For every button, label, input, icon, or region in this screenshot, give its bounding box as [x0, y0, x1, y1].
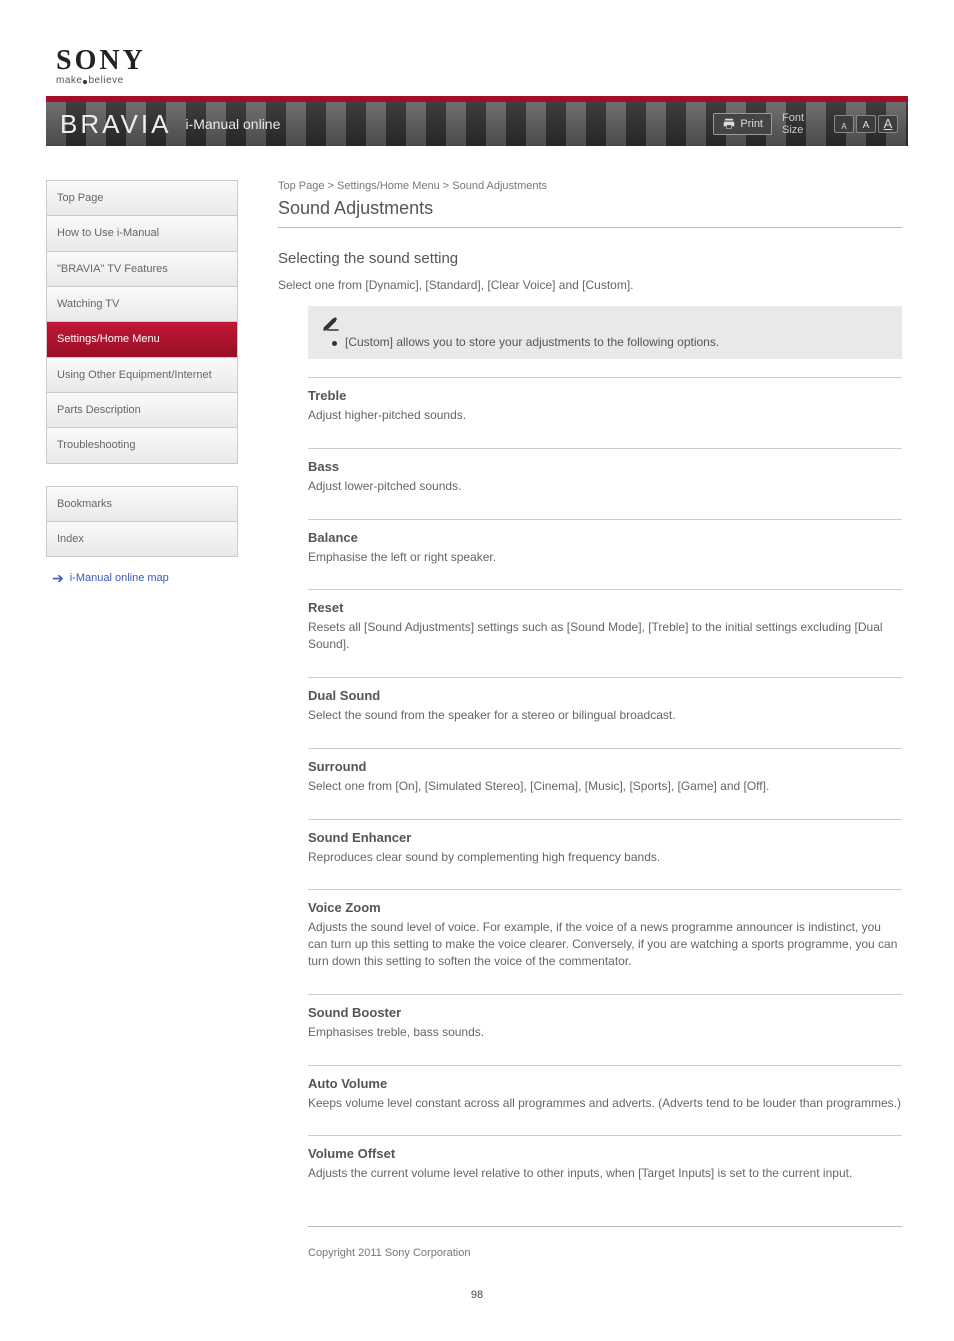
end-divider	[308, 1226, 902, 1227]
setting-desc: Select the sound from the speaker for a …	[308, 707, 902, 724]
manual-map-label: i-Manual online map	[70, 572, 169, 584]
setting-title: Treble	[308, 388, 902, 403]
setting-item: Bass Adjust lower-pitched sounds.	[308, 448, 902, 519]
main-content: Top Page > Settings/Home Menu > Sound Ad…	[278, 180, 908, 1259]
setting-title: Sound Booster	[308, 1005, 902, 1020]
setting-item: Dual Sound Select the sound from the spea…	[308, 677, 902, 748]
banner: BRAVIA i-Manual online Print Font Size A…	[46, 96, 908, 146]
setting-item: Voice Zoom Adjusts the sound level of voi…	[308, 889, 902, 993]
setting-item: Balance Emphasise the left or right speak…	[308, 519, 902, 590]
bullet-icon	[332, 341, 337, 346]
setting-desc: Keeps volume level constant across all p…	[308, 1095, 902, 1112]
setting-item: Sound Booster Emphasises treble, bass sou…	[308, 994, 902, 1065]
setting-desc: Adjusts the sound level of voice. For ex…	[308, 919, 902, 969]
setting-desc: Emphasises treble, bass sounds.	[308, 1024, 902, 1041]
setting-desc: Adjust lower-pitched sounds.	[308, 478, 902, 495]
font-size-large-button[interactable]: A	[878, 115, 898, 133]
font-size-medium-button[interactable]: A	[856, 115, 876, 133]
font-size-group: A A A	[834, 115, 898, 133]
nav-item-watching-tv[interactable]: Watching TV	[47, 287, 237, 322]
setting-desc: Adjust higher-pitched sounds.	[308, 407, 902, 424]
page-number: 98	[0, 1289, 954, 1301]
settings-list: Treble Adjust higher-pitched sounds. Bass A…	[308, 377, 902, 1206]
note-text: [Custom] allows you to store your adjust…	[345, 335, 719, 349]
tagline-b: believe	[88, 75, 123, 86]
nav-item-how-to-use-i-manual[interactable]: How to Use i-Manual	[47, 216, 237, 251]
breadcrumb: Top Page > Settings/Home Menu > Sound Ad…	[278, 180, 902, 192]
tagline-dot	[83, 80, 87, 84]
setting-item: Reset Resets all [Sound Adjustments] sett…	[308, 589, 902, 677]
section-intro: Select one from [Dynamic], [Standard], […	[278, 277, 902, 294]
setting-desc: Reproduces clear sound by complementing …	[308, 849, 902, 866]
setting-desc: Adjusts the current volume level relativ…	[308, 1165, 902, 1182]
manual-map-link[interactable]: ➔ i-Manual online map	[52, 571, 238, 585]
font-size-small-button[interactable]: A	[834, 115, 854, 133]
font-size-label: Font Size	[778, 112, 808, 136]
sony-logo: SONY	[56, 48, 954, 73]
bravia-logo: BRAVIA	[60, 109, 171, 140]
section-heading: Selecting the sound setting	[278, 250, 902, 267]
tagline-a: make	[56, 75, 82, 86]
setting-desc: Select one from [On], [Simulated Stereo]…	[308, 778, 902, 795]
setting-item: Treble Adjust higher-pitched sounds.	[308, 377, 902, 448]
copyright: Copyright 2011 Sony Corporation	[308, 1247, 902, 1259]
print-label: Print	[740, 118, 763, 130]
logo-area: SONY make believe	[0, 0, 954, 96]
note-box: [Custom] allows you to store your adjust…	[308, 306, 902, 359]
nav-item-bookmarks[interactable]: Bookmarks	[47, 487, 237, 522]
setting-title: Reset	[308, 600, 902, 615]
print-button[interactable]: Print	[713, 113, 772, 135]
page-title: Sound Adjustments	[278, 198, 902, 219]
setting-item: Volume Offset Adjusts the current volume …	[308, 1135, 902, 1206]
note-icon	[322, 317, 340, 331]
setting-title: Sound Enhancer	[308, 830, 902, 845]
setting-desc: Emphasise the left or right speaker.	[308, 549, 902, 566]
nav-item-troubleshooting[interactable]: Troubleshooting	[47, 428, 237, 462]
setting-item: Auto Volume Keeps volume level constant a…	[308, 1065, 902, 1136]
print-icon	[722, 117, 736, 131]
nav-item-bravia-tv-features[interactable]: "BRAVIA" TV Features	[47, 252, 237, 287]
setting-title: Bass	[308, 459, 902, 474]
setting-title: Balance	[308, 530, 902, 545]
banner-title: i-Manual online	[185, 116, 280, 132]
setting-title: Dual Sound	[308, 688, 902, 703]
setting-title: Surround	[308, 759, 902, 774]
nav-item-using-other-equipment-internet[interactable]: Using Other Equipment/Internet	[47, 358, 237, 393]
nav-item-top-page[interactable]: Top Page	[47, 181, 237, 216]
setting-title: Voice Zoom	[308, 900, 902, 915]
nav-item-settings-home-menu[interactable]: Settings/Home Menu	[47, 322, 237, 357]
title-divider	[278, 227, 902, 228]
sidebar-nav: Top PageHow to Use i-Manual"BRAVIA" TV F…	[46, 180, 238, 1259]
setting-desc: Resets all [Sound Adjustments] settings …	[308, 619, 902, 653]
nav-item-index[interactable]: Index	[47, 522, 237, 556]
nav-item-parts-description[interactable]: Parts Description	[47, 393, 237, 428]
arrow-icon: ➔	[52, 571, 64, 585]
setting-title: Volume Offset	[308, 1146, 902, 1161]
setting-title: Auto Volume	[308, 1076, 902, 1091]
setting-item: Sound Enhancer Reproduces clear sound by …	[308, 819, 902, 890]
setting-item: Surround Select one from [On], [Simulated…	[308, 748, 902, 819]
tagline: make believe	[56, 75, 954, 86]
